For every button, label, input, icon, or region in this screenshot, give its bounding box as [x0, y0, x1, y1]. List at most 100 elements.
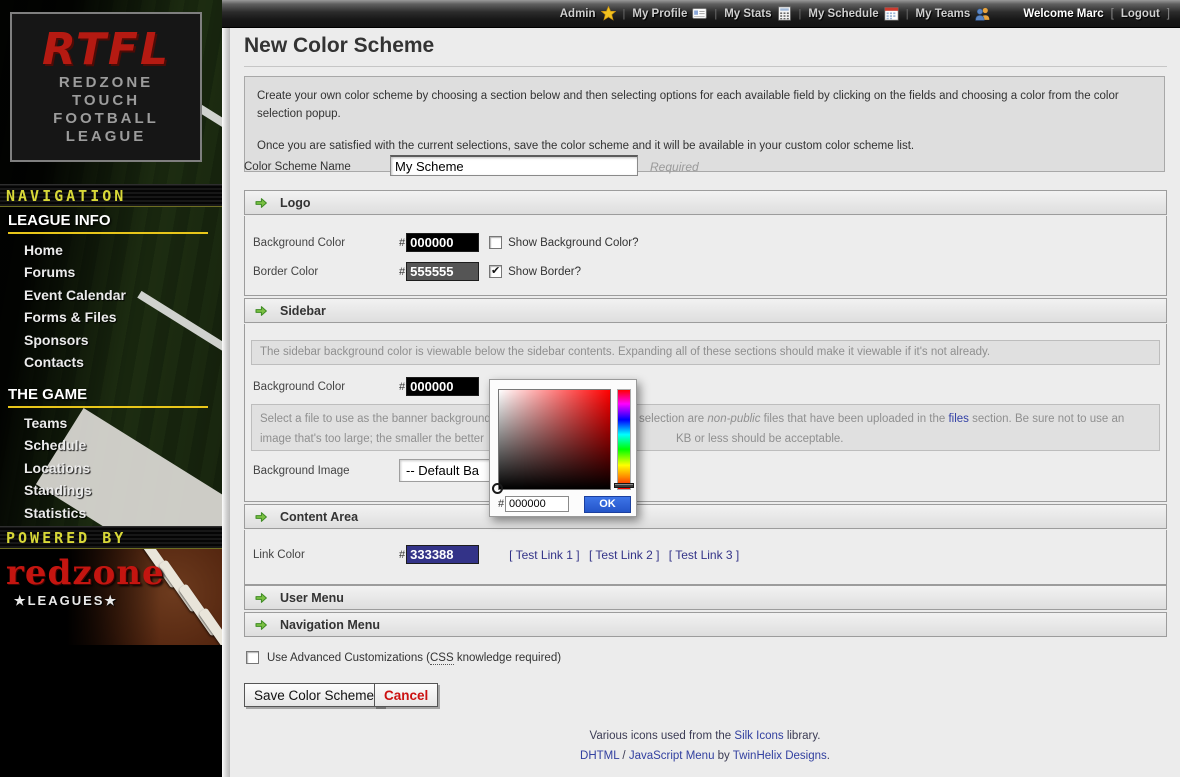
yard-line	[137, 291, 222, 377]
silk-icons-link[interactable]: Silk Icons	[734, 730, 783, 742]
sidebar-item-teams[interactable]: Teams	[24, 412, 92, 434]
topbar-item-my-schedule[interactable]: My Schedule	[808, 6, 898, 21]
sidebar-item-forums[interactable]: Forums	[24, 261, 126, 283]
sidebar-item-statistics[interactable]: Statistics	[24, 502, 92, 524]
group-icon	[975, 6, 990, 21]
twinhelix-designs-link[interactable]: TwinHelix Designs	[733, 750, 827, 762]
picker-ok-button[interactable]: OK	[584, 496, 631, 513]
brand-text: redzone ★LEAGUES★	[6, 555, 126, 609]
note-fragment: Select a file to use as the banner backg…	[260, 413, 491, 425]
test-link-1[interactable]: [ Test Link 1 ]	[509, 548, 579, 562]
sidebar-item-schedule[interactable]: Schedule	[24, 434, 92, 456]
note-fragment: KB or less should be acceptable.	[676, 433, 844, 445]
league-logo-line: LEAGUE	[12, 128, 200, 146]
checkbox-label: Show Background Color?	[508, 237, 638, 249]
save-color-scheme-button[interactable]: Save Color Scheme	[244, 683, 384, 707]
topbar-item-admin[interactable]: Admin	[560, 6, 616, 21]
link-color-swatch[interactable]	[406, 545, 479, 564]
section-header-user-menu[interactable]: User Menu	[244, 585, 1167, 610]
sidebar-item-event-calendar[interactable]: Event Calendar	[24, 284, 126, 306]
test-links: [ Test Link 1 ] [ Test Link 2 ] [ Test L…	[509, 548, 745, 562]
footer-text: .	[827, 750, 830, 762]
files-link[interactable]: files	[948, 413, 968, 425]
scheme-name-label: Color Scheme Name	[244, 161, 351, 173]
topbar-item-my-teams[interactable]: My Teams	[916, 6, 991, 21]
league-logo[interactable]: RTFL REDZONE TOUCH FOOTBALL LEAGUE	[10, 12, 202, 162]
league-logo-line: REDZONE	[12, 74, 200, 92]
note-fragment: image that's too large; the smaller the …	[260, 433, 484, 445]
footer-text: Various icons used from the	[590, 730, 735, 742]
background-image-row: Background Image -- Default Ba	[253, 459, 1158, 482]
note-text: files that have been uploaded in the	[760, 413, 948, 425]
test-link-3[interactable]: [ Test Link 3 ]	[669, 548, 739, 562]
bracket: ]	[1167, 8, 1170, 20]
note-fragment: selection are non-public files that have…	[639, 413, 1124, 425]
sidebar-item-standings[interactable]: Standings	[24, 479, 92, 501]
note-italic-text: non-public	[707, 413, 760, 425]
sidebar-item-home[interactable]: Home	[24, 239, 126, 261]
section-body-content-area: Link Color # [ Test Link 1 ] [ Test Link…	[244, 530, 1167, 585]
my-teams-label: My Teams	[916, 8, 971, 20]
topbar-item-my-profile[interactable]: My Profile	[632, 6, 707, 21]
league-info-list: Home Forums Event Calendar Forms & Files…	[24, 239, 126, 373]
field-label: Link Color	[253, 549, 399, 561]
banner-image-note: Select a file to use as the banner backg…	[251, 404, 1160, 451]
javascript-menu-link[interactable]: JavaScript Menu	[629, 750, 715, 762]
note-text: section. Be sure not to use an	[969, 413, 1124, 425]
green-arrow-icon	[254, 618, 268, 632]
green-arrow-icon	[254, 196, 268, 210]
brand-sub: ★LEAGUES★	[6, 593, 126, 609]
show-bg-color-checkbox[interactable]	[489, 236, 502, 249]
css-abbr: CSS	[430, 652, 454, 665]
separator: |	[714, 8, 717, 20]
calculator-icon	[777, 6, 792, 21]
sidebar-bg-color-swatch[interactable]	[406, 377, 479, 396]
sidebar-item-locations[interactable]: Locations	[24, 457, 92, 479]
logo-border-color-row: Border Color # ✔ Show Border?	[253, 262, 1158, 281]
section-title: User Menu	[280, 591, 344, 605]
saturation-value-square[interactable]	[498, 389, 611, 490]
section-header-logo[interactable]: Logo	[244, 190, 1167, 215]
sidebar-item-forms-files[interactable]: Forms & Files	[24, 306, 126, 328]
checkbox-label: Show Border?	[508, 266, 581, 278]
color-selection-marker[interactable]	[492, 483, 503, 494]
logo-border-color-swatch[interactable]	[406, 262, 479, 281]
section-title-the-game: THE GAME	[8, 386, 208, 408]
hue-slider-handle[interactable]	[614, 483, 634, 488]
show-border-checkbox[interactable]: ✔	[489, 265, 502, 278]
section-header-navigation-menu[interactable]: Navigation Menu	[244, 612, 1167, 637]
advanced-customizations-row: Use Advanced Customizations (CSS knowled…	[246, 651, 561, 664]
advanced-customizations-checkbox[interactable]	[246, 651, 259, 664]
label-text: knowledge required)	[454, 652, 561, 664]
green-arrow-icon	[254, 591, 268, 605]
logout-link[interactable]: Logout	[1121, 8, 1160, 20]
intro-box: Create your own color scheme by choosing…	[244, 76, 1165, 172]
separator: |	[623, 8, 626, 20]
hash-prefix: #	[498, 498, 504, 510]
page-title: New Color Scheme	[244, 34, 434, 58]
section-title: Logo	[280, 196, 311, 210]
green-arrow-icon	[254, 510, 268, 524]
separator: |	[799, 8, 802, 20]
bracket: [	[1111, 8, 1114, 20]
sidebar-item-sponsors[interactable]: Sponsors	[24, 329, 126, 351]
hue-slider[interactable]	[617, 389, 631, 490]
logo-bg-color-swatch[interactable]	[406, 233, 479, 252]
section-header-sidebar[interactable]: Sidebar	[244, 298, 1167, 323]
topbar-item-my-stats[interactable]: My Stats	[724, 6, 791, 21]
section-body-sidebar: The sidebar background color is viewable…	[244, 324, 1167, 502]
green-arrow-icon	[254, 304, 268, 318]
my-profile-label: My Profile	[632, 8, 687, 20]
scheme-name-input[interactable]	[390, 155, 638, 176]
dhtml-link[interactable]: DHTML	[580, 750, 619, 762]
section-header-content-area[interactable]: Content Area	[244, 504, 1167, 529]
test-link-2[interactable]: [ Test Link 2 ]	[589, 548, 659, 562]
section-title: Content Area	[280, 510, 358, 524]
sidebar-item-contacts[interactable]: Contacts	[24, 351, 126, 373]
sidebar-bg-color-row: Background Color #	[253, 377, 1158, 396]
redzone-leagues-logo[interactable]: redzone ★LEAGUES★	[0, 549, 222, 645]
picker-hex-input[interactable]	[505, 496, 569, 512]
advanced-customizations-label: Use Advanced Customizations (CSS knowled…	[267, 652, 561, 664]
link-color-row: Link Color # [ Test Link 1 ] [ Test Link…	[253, 545, 1158, 564]
cancel-button[interactable]: Cancel	[374, 683, 438, 707]
